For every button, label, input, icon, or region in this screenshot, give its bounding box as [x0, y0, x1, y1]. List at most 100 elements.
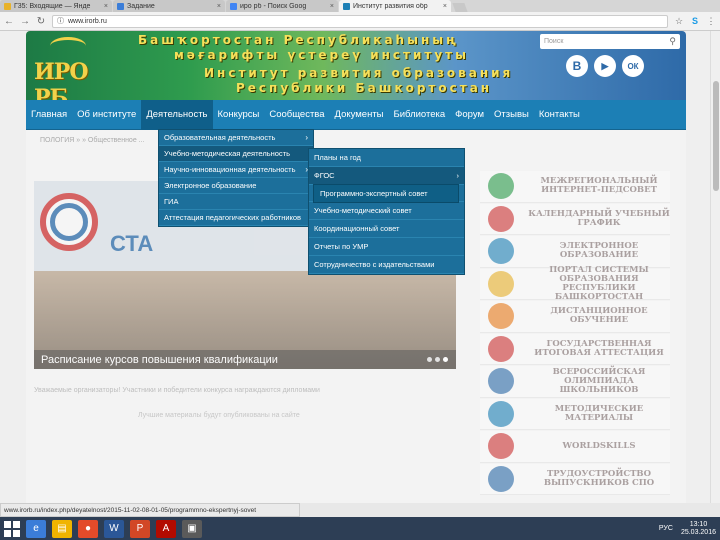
dropdown-item[interactable]: Электронное образование [159, 178, 313, 194]
menu-item[interactable]: Библиотека [389, 100, 451, 130]
new-tab-button[interactable] [452, 3, 468, 12]
system-tray: РУС 13:10 25.03.2016 [659, 521, 716, 537]
tab-close-icon[interactable]: × [443, 3, 447, 10]
banner-label: Трудоустройство выпускников СПО [543, 468, 655, 488]
taskbar-app-icon[interactable]: e [26, 519, 46, 538]
side-banner[interactable]: Календарный учебный график [480, 203, 670, 235]
menu-item[interactable]: Конкурсы [213, 100, 265, 130]
side-banner[interactable]: Трудоустройство выпускников СПО [480, 463, 670, 495]
taskbar-app-icon[interactable]: A [156, 519, 176, 538]
taskbar-app-icon[interactable]: W [104, 519, 124, 538]
dropdown-item-label: Научно-инновационная деятельность [164, 165, 296, 174]
back-icon[interactable]: ← [4, 16, 14, 27]
side-banner[interactable]: Портал системы образования Республики Ба… [480, 264, 670, 302]
submenu-item[interactable]: Сотрудничество с издательствами [309, 256, 464, 274]
menu-item[interactable]: Форум [450, 100, 489, 130]
submenu-item[interactable]: Отчеты по УМР [309, 238, 464, 256]
tab-close-icon[interactable]: × [330, 3, 334, 10]
banner-label: Электронное образование [559, 241, 639, 261]
site-header: ИРО РБ Башҡортостан Республикаһының мәға… [26, 31, 686, 111]
side-banner[interactable]: WorldSkills [480, 431, 670, 463]
header-line-4: Республики Башкортостан [236, 81, 493, 95]
submenu-item-label: ФГОС [314, 171, 335, 180]
site-search-input[interactable]: Поиск ⚲ [540, 34, 680, 49]
submenu-item[interactable]: Координационный совет [309, 220, 464, 238]
vk-icon[interactable]: В [566, 55, 588, 77]
bookmark-star-icon[interactable]: ☆ [674, 16, 684, 27]
dropdown-item[interactable]: Научно-инновационная деятельность › [159, 162, 313, 178]
submenu-item-program-expert-council[interactable]: Программно-экспертный совет [314, 185, 458, 202]
menu-item[interactable]: Деятельность [141, 99, 213, 130]
menu-item[interactable]: Отзывы [489, 100, 534, 130]
language-indicator[interactable]: РУС [659, 525, 673, 532]
dropdown-item-label: Образовательная деятельность [164, 133, 276, 142]
tab-title: Задание [127, 2, 155, 10]
side-banner[interactable]: Методические материалы [480, 398, 670, 430]
skype-extension-icon[interactable]: S [690, 16, 700, 26]
methodical-submenu: Планы на год ФГОС › Учебно-методический сов… [308, 148, 465, 275]
tab-favicon-icon [117, 2, 124, 10]
browser-tab[interactable]: Институт развития обр × [339, 0, 451, 12]
tab-title: Институт развития обр [353, 2, 428, 10]
tab-title: ирo рб - Поиск Goog [240, 2, 307, 10]
banner-logo-icon [480, 465, 522, 492]
right-banners: Межрегиональный Интернет-педсовет Календа… [480, 171, 670, 496]
search-icon[interactable]: ⚲ [669, 36, 676, 47]
dropdown-item[interactable]: Образовательная деятельность › [159, 130, 313, 146]
browser-tab[interactable]: Задание × [113, 0, 225, 12]
submenu-item[interactable]: Учебно-методический совет [309, 202, 464, 220]
browser-tab[interactable]: ирo рб - Поиск Goog × [226, 0, 338, 12]
taskbar-app-icon[interactable]: ▤ [52, 519, 72, 538]
banner-logo-icon [480, 173, 522, 200]
slider-dot[interactable] [435, 357, 440, 362]
side-banner[interactable]: Электронное образование [480, 236, 670, 268]
scrollbar-thumb[interactable] [713, 81, 719, 191]
banner-label: Всероссийская олимпиада школьников [552, 366, 646, 395]
submenu-item[interactable]: Планы на год [309, 149, 464, 167]
side-banner[interactable]: Дистанционное обучение [480, 301, 670, 333]
taskbar-app-icon[interactable]: ● [78, 519, 98, 538]
youtube-icon[interactable]: ▶ [594, 55, 616, 77]
dropdown-item[interactable]: Аттестация педагогических работников [159, 210, 313, 226]
side-banner[interactable]: Государственная итоговая аттестация [480, 333, 670, 365]
banner-label: Портал системы образования Республики Ба… [549, 264, 649, 302]
tab-close-icon[interactable]: × [217, 3, 221, 10]
side-banner[interactable]: Всероссийская олимпиада школьников [480, 366, 670, 398]
banner-logo-icon [480, 335, 522, 362]
address-url[interactable]: www.irorb.ru [68, 18, 107, 25]
slider-dot[interactable] [443, 357, 448, 362]
forward-icon[interactable]: → [20, 16, 30, 27]
menu-item[interactable]: Документы [330, 100, 389, 130]
banner-logo-icon [480, 205, 522, 232]
slider-dot[interactable] [427, 357, 432, 362]
reload-icon[interactable]: ↻ [36, 16, 46, 27]
menu-item[interactable]: Сообщества [264, 100, 329, 130]
header-line-3: Институт развития образования [204, 66, 514, 80]
taskbar-app-icon[interactable]: ▣ [182, 519, 202, 538]
header-line-1: Башҡортостан Республикаһының [138, 33, 459, 47]
clock[interactable]: 13:10 25.03.2016 [681, 521, 716, 537]
submenu-item[interactable]: ФГОС › [309, 167, 464, 185]
address-bar[interactable]: ⓘ www.irorb.ru [52, 14, 668, 28]
iro-rb-logo[interactable]: ИРО РБ [32, 37, 106, 111]
clock-time: 13:10 [689, 520, 708, 528]
browser-menu-icon[interactable]: ⋮ [706, 16, 716, 27]
site-info-icon[interactable]: ⓘ [57, 16, 64, 26]
tab-favicon-icon [343, 2, 350, 10]
slider-caption[interactable]: Расписание курсов повышения квалификации [34, 350, 456, 369]
page-scrollbar[interactable] [710, 31, 720, 503]
dropdown-item[interactable]: ГИА [159, 194, 313, 210]
tab-close-icon[interactable]: × [104, 3, 108, 10]
menu-item[interactable]: Об институте [72, 100, 141, 130]
submenu-item-label: Планы на год [314, 153, 361, 162]
side-banner[interactable]: Межрегиональный Интернет-педсовет [480, 171, 670, 203]
windows-start-icon[interactable] [4, 520, 20, 537]
dropdown-item[interactable]: Учебно-методическая деятельность [159, 146, 313, 162]
submenu-item-label: Отчеты по УМР [314, 242, 369, 251]
menu-item[interactable]: Контакты [534, 100, 585, 130]
browser-tab[interactable]: Г35: Входящие — Янде × [0, 0, 112, 12]
menu-item[interactable]: Главная [26, 100, 72, 130]
banner-label: Календарный учебный график [528, 208, 670, 228]
odnoklassniki-icon[interactable]: ОК [622, 55, 644, 77]
taskbar-app-icon[interactable]: P [130, 519, 150, 538]
